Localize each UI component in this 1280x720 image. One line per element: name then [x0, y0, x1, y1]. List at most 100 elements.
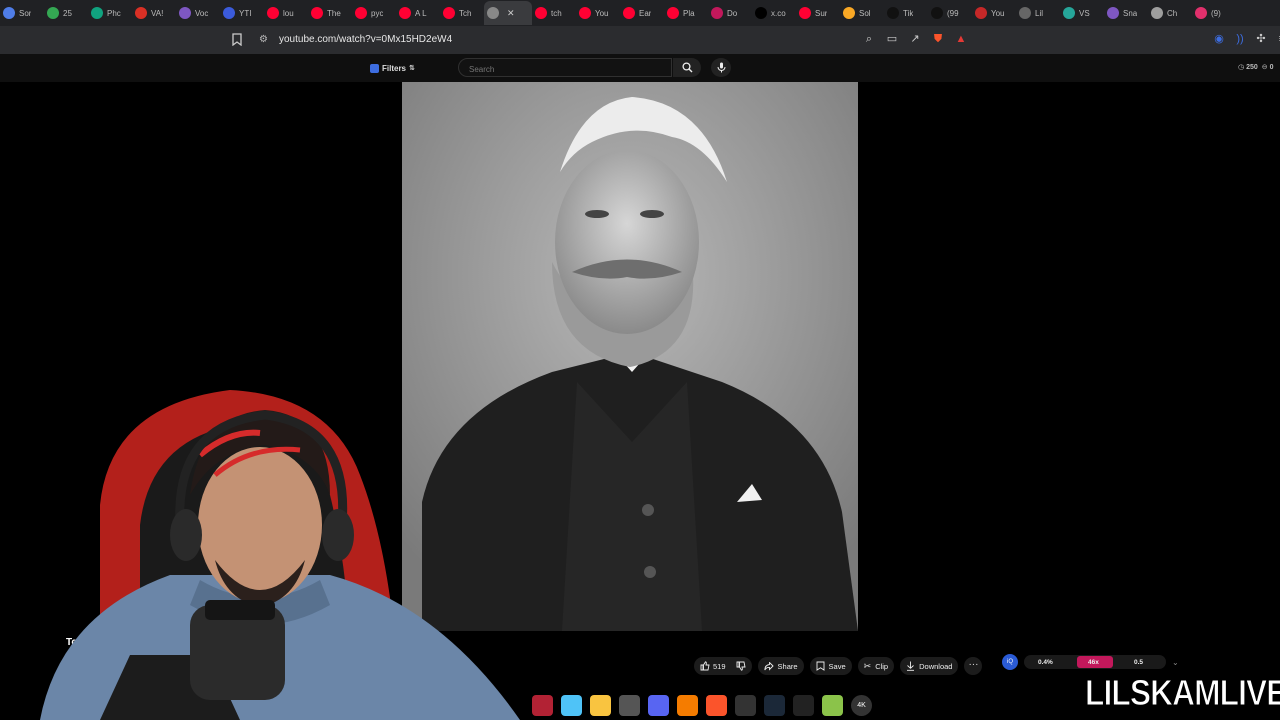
microphone-icon	[717, 62, 725, 73]
browser-tab[interactable]: YTI	[220, 1, 264, 25]
tab-title: tch	[551, 8, 562, 18]
browser-tab[interactable]: VA!	[132, 1, 176, 25]
globe-icon	[1019, 7, 1031, 19]
tiktok-icon	[887, 7, 899, 19]
search-input[interactable]	[467, 64, 661, 75]
browser-tab[interactable]: Sor	[0, 1, 44, 25]
chevron-down-icon[interactable]: ⌄	[1172, 658, 1179, 667]
brave-icon[interactable]	[706, 694, 727, 716]
url-field[interactable]: youtube.com/watch?v=0Mx15HD2eW4	[279, 34, 452, 45]
filter-extension-icon	[370, 63, 379, 73]
browser-tab[interactable]: Tch	[440, 1, 484, 25]
rewards-icon[interactable]: ▲	[954, 32, 968, 46]
extension-icon[interactable]: ◉	[1212, 32, 1226, 46]
browser-tab[interactable]: Phc	[88, 1, 132, 25]
browser-tab[interactable]: Tik	[884, 1, 928, 25]
brave-shield-icon[interactable]: ⛊	[931, 32, 945, 46]
instagram-icon	[1195, 7, 1207, 19]
vita-icon	[135, 7, 147, 19]
dislike-button[interactable]	[736, 661, 746, 671]
cast-icon[interactable]: ▭	[885, 32, 899, 46]
filters-button[interactable]: Filters ⇅	[370, 61, 415, 75]
shield-icon[interactable]	[677, 694, 698, 716]
d-icon	[711, 7, 723, 19]
browser-tab[interactable]: Pla	[664, 1, 708, 25]
speed-controller: iQ 0.4% 46x 0.5 ⌄	[1002, 654, 1179, 670]
browser-tab[interactable]: Voc	[176, 1, 220, 25]
browser-tab[interactable]: Do	[708, 1, 752, 25]
site-info-icon[interactable]: ⚙	[259, 34, 271, 46]
youtube-icon	[355, 7, 367, 19]
like-count: 519	[713, 661, 726, 671]
browser-tab[interactable]: You	[972, 1, 1016, 25]
copilot-icon[interactable]	[561, 694, 582, 716]
browser-tab[interactable]: Lil	[1016, 1, 1060, 25]
browser-tab[interactable]: lou	[264, 1, 308, 25]
browser-tab[interactable]: (99	[928, 1, 972, 25]
tab-title: (99	[947, 8, 959, 18]
tab-title: lou	[283, 8, 294, 18]
youtube-icon	[799, 7, 811, 19]
browser-tab[interactable]: (9)	[1192, 1, 1236, 25]
browser-tab[interactable]: pyc	[352, 1, 396, 25]
tab-title: Tik	[903, 8, 914, 18]
sliders-icon: ⇅	[409, 65, 415, 72]
bookmark-icon[interactable]	[232, 33, 242, 46]
steam-icon[interactable]	[764, 694, 785, 716]
share-page-icon[interactable]: ↗	[908, 32, 922, 46]
browser-tab[interactable]: tch	[532, 1, 576, 25]
tab-title: You	[595, 8, 609, 18]
header-counters: ◷ 250 ⊖ 0	[1238, 63, 1273, 71]
scissors-icon: ✂	[863, 660, 872, 671]
browser-tab[interactable]: VS	[1060, 1, 1104, 25]
calculator-icon[interactable]	[619, 694, 640, 716]
tab-title: VA!	[151, 8, 164, 18]
browser-tab[interactable]: The	[308, 1, 352, 25]
browser-tab[interactable]: Ch	[1148, 1, 1192, 25]
close-tab-icon[interactable]: ✕	[507, 8, 515, 19]
browser-tab[interactable]: Sna	[1104, 1, 1148, 25]
share-icon	[763, 661, 774, 671]
more-actions-button[interactable]: ···	[964, 657, 983, 675]
download-icon	[907, 661, 915, 671]
browser-tab[interactable]: You	[576, 1, 620, 25]
app-icon[interactable]	[793, 694, 814, 716]
drive-icon	[47, 7, 59, 19]
folder-icon[interactable]	[590, 694, 611, 716]
youtube-icon	[579, 7, 591, 19]
address-bar: ⚙ youtube.com/watch?v=0Mx15HD2eW4 ⌕ ▭ ↗ …	[0, 26, 1280, 54]
search-box[interactable]	[458, 58, 672, 77]
taskbar: 4K	[520, 690, 900, 720]
browser-tab[interactable]: 25	[44, 1, 88, 25]
browser-tab[interactable]: ✕	[484, 1, 532, 25]
speed-extension-icon[interactable]: iQ	[1002, 654, 1018, 670]
discord-icon[interactable]	[648, 694, 669, 716]
browser-tab[interactable]: Sur	[796, 1, 840, 25]
layers-icon[interactable]	[822, 694, 843, 716]
chatgpt-icon	[91, 7, 103, 19]
download-button[interactable]: Download	[900, 657, 959, 675]
tab-title: (9)	[1211, 8, 1221, 18]
puzzle-icon[interactable]: ✣	[1254, 32, 1268, 46]
flag-icon[interactable]	[532, 694, 553, 716]
youtube-icon	[535, 7, 547, 19]
speed-slider[interactable]: 0.4% 46x 0.5	[1024, 655, 1166, 669]
audio-extension-icon[interactable]: ))	[1233, 32, 1247, 46]
browser-tab[interactable]: x.co	[752, 1, 796, 25]
voice-search-button[interactable]	[711, 58, 731, 77]
obs-icon[interactable]	[735, 694, 756, 716]
youtube-icon	[267, 7, 279, 19]
tab-title: You	[991, 8, 1005, 18]
share-button[interactable]: Share	[757, 657, 804, 675]
clip-button[interactable]: ✂ Clip	[857, 657, 895, 675]
search-button[interactable]	[673, 58, 701, 77]
menu-icon[interactable]: ≡	[1275, 32, 1280, 46]
record-icon	[975, 7, 987, 19]
like-button[interactable]: 519	[700, 661, 726, 671]
save-button[interactable]: Save	[809, 657, 852, 675]
zoom-icon[interactable]: ⌕	[862, 32, 876, 46]
browser-tab[interactable]: A L	[396, 1, 440, 25]
browser-tab[interactable]: Sol	[840, 1, 884, 25]
browser-tab[interactable]: Ear	[620, 1, 664, 25]
4k-icon[interactable]: 4K	[851, 694, 872, 716]
